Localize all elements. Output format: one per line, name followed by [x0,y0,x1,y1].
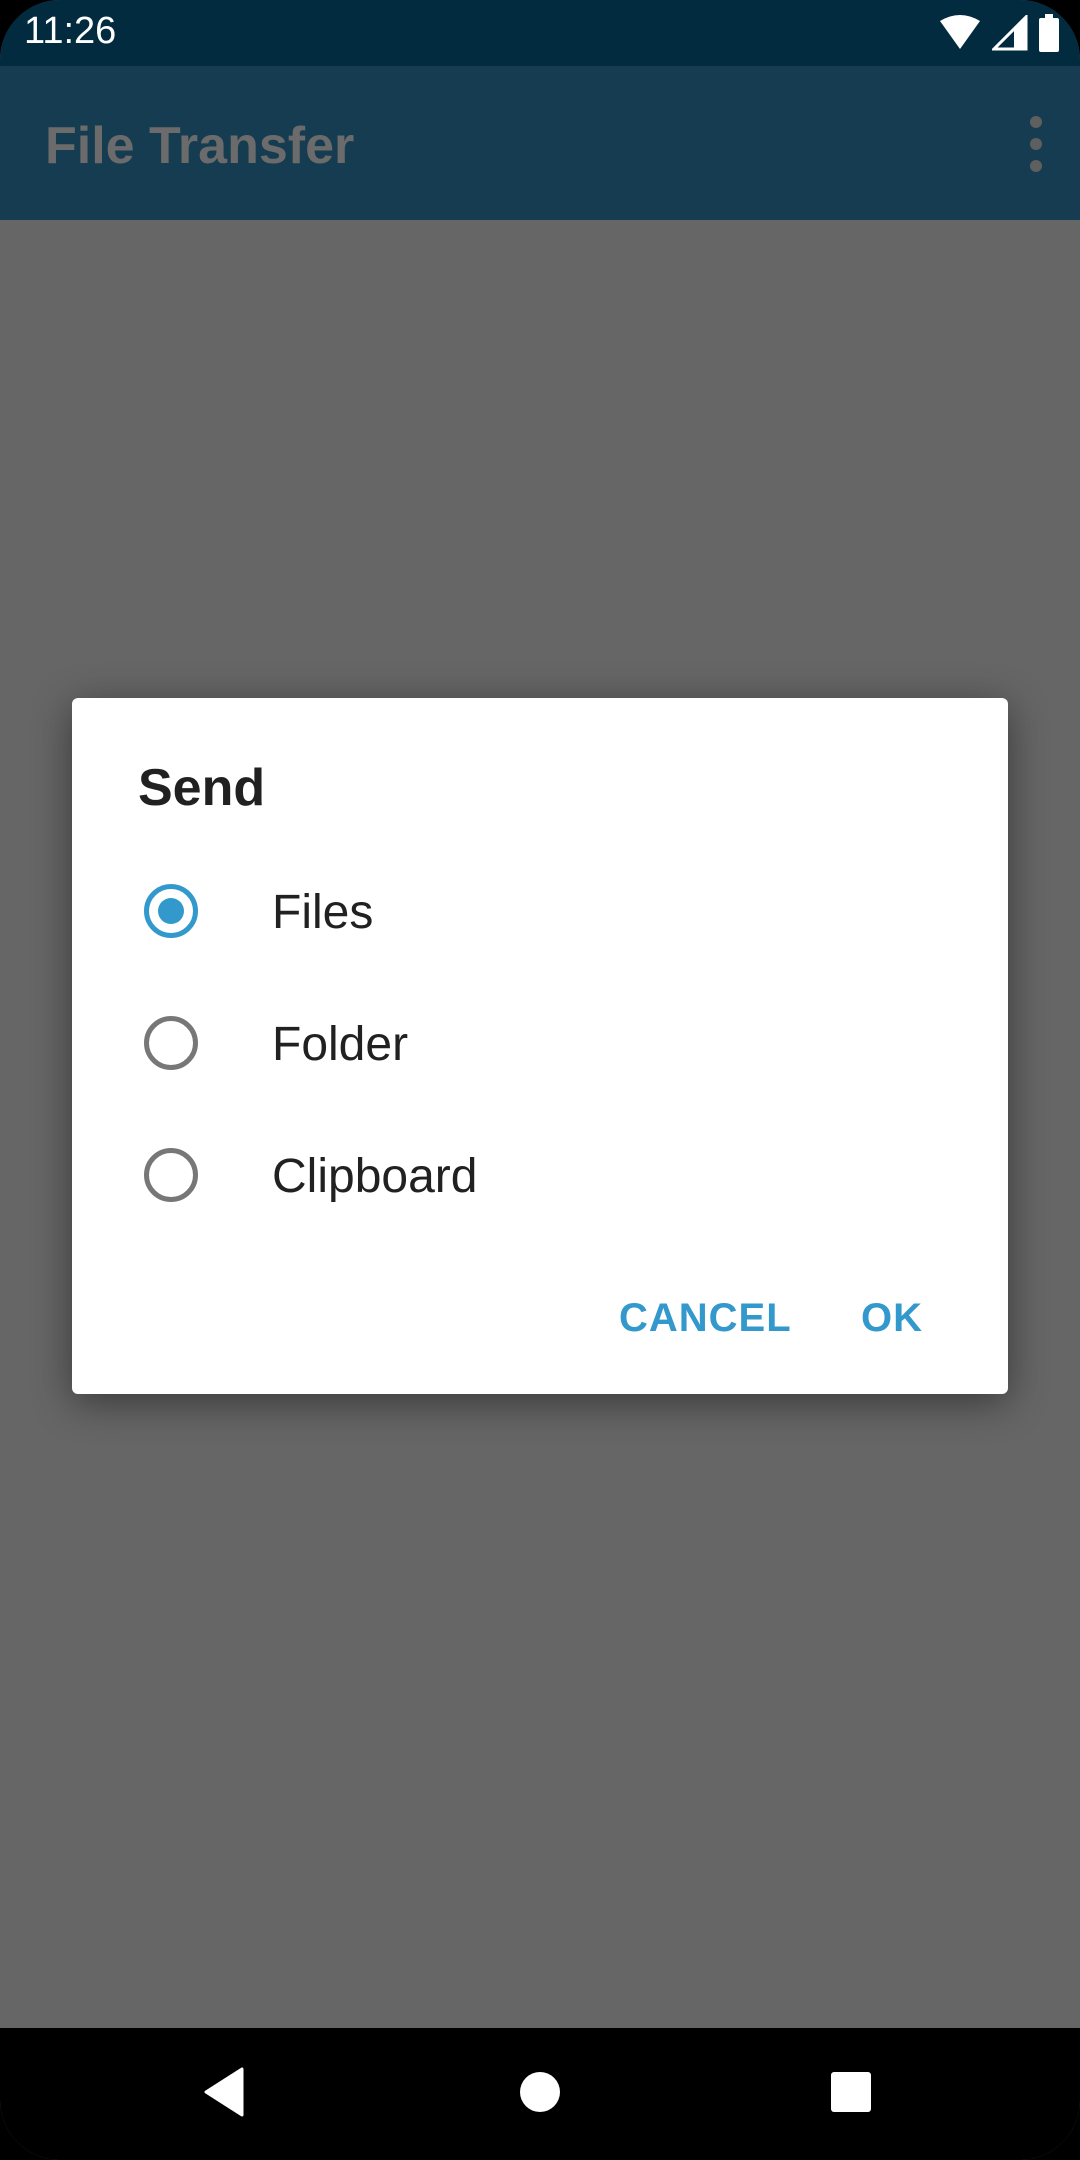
dialog-title: Send [138,759,266,817]
radio-checked-icon[interactable] [144,884,198,938]
radio-unchecked-icon[interactable] [144,1148,198,1202]
status-bar: 11:26 [0,0,1080,66]
ok-button[interactable]: OK [861,1296,923,1341]
status-time: 11:26 [24,10,117,52]
more-vert-icon[interactable] [1016,116,1056,172]
option-label: Folder [272,1018,409,1071]
recents-icon[interactable] [830,2071,872,2113]
app-bar: File Transfer [0,66,1080,220]
cancel-button[interactable]: CANCEL [619,1296,792,1341]
wifi-icon [940,15,980,49]
option-label: Files [272,886,374,939]
option-label: Clipboard [272,1150,478,1203]
battery-icon [1039,14,1059,52]
option-files[interactable]: Files [72,845,1008,977]
home-icon[interactable] [519,2071,561,2113]
cell-signal-icon [992,15,1028,51]
radio-unchecked-icon[interactable] [144,1016,198,1070]
status-icons [938,14,1060,52]
navigation-bar [0,2028,1080,2160]
app-title: File Transfer [45,117,355,175]
screen: 11:26 File Transfer Send Files Folder Cl… [0,0,1080,2160]
option-clipboard[interactable]: Clipboard [72,1109,1008,1241]
send-dialog: Send Files Folder Clipboard CANCEL OK [72,698,1008,1394]
back-icon[interactable] [202,2067,246,2117]
option-folder[interactable]: Folder [72,977,1008,1109]
